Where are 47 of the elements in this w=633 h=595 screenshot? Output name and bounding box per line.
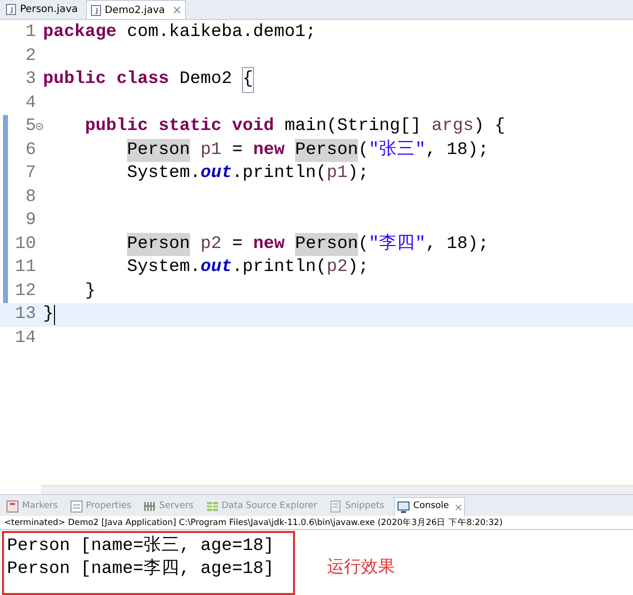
java-file-icon bbox=[6, 4, 16, 15]
annotation-text: 运行效果 bbox=[327, 556, 395, 579]
line-number: 4 bbox=[24, 92, 36, 114]
view-tab[interactable]: Snippets bbox=[327, 497, 386, 516]
view-tab[interactable]: Console bbox=[394, 497, 465, 516]
code-line: } bbox=[43, 303, 55, 326]
fold-icon[interactable] bbox=[36, 123, 43, 130]
close-icon[interactable] bbox=[172, 6, 181, 14]
line-number: 1 bbox=[24, 21, 36, 44]
line-number: 7 bbox=[24, 162, 36, 185]
line-number: 11 bbox=[14, 256, 36, 279]
console-icon bbox=[397, 500, 410, 514]
code-line: Person p2 = new Person("李四", 18); bbox=[43, 232, 489, 256]
markers-icon bbox=[6, 500, 19, 513]
line-number: 13 bbox=[14, 303, 36, 326]
line-number: 9 bbox=[24, 209, 36, 232]
line-number: 14 bbox=[14, 326, 36, 350]
java-file-icon bbox=[90, 4, 101, 16]
editor-tab[interactable]: Person.java bbox=[2, 0, 82, 19]
editor-tab[interactable]: Demo2.java bbox=[86, 0, 186, 19]
code-line: public static void main(String[] args) { bbox=[84, 115, 506, 138]
code-line: System.out.println(p2); bbox=[126, 256, 369, 279]
line-number: 8 bbox=[24, 186, 36, 208]
code-line: Person p1 = new Person("张三", 18); bbox=[43, 138, 489, 162]
line-number: 5 bbox=[24, 115, 36, 138]
line-number: 12 bbox=[14, 280, 36, 302]
view-tab[interactable]: Servers bbox=[141, 497, 196, 516]
view-tab[interactable]: Properties bbox=[68, 497, 134, 516]
snippets-icon bbox=[329, 500, 342, 513]
database-icon bbox=[206, 500, 218, 513]
code-line: } bbox=[84, 280, 96, 302]
code-line: public class Demo2 { bbox=[43, 68, 254, 92]
line-number: 6 bbox=[24, 138, 36, 162]
code-line: System.out.println(p1); bbox=[126, 162, 369, 185]
line-number: 3 bbox=[24, 68, 36, 91]
line-number: 10 bbox=[14, 232, 36, 256]
view-tab[interactable]: Data Source Explorer bbox=[204, 497, 320, 516]
code-line: package com.kaikeba.demo1; bbox=[43, 21, 316, 44]
console-output-line: Person [name=李四, age=18] bbox=[7, 558, 276, 581]
close-icon[interactable] bbox=[454, 504, 462, 510]
horizontal-scrollbar[interactable] bbox=[41, 485, 633, 494]
properties-icon bbox=[70, 500, 83, 513]
line-number: 2 bbox=[24, 44, 36, 68]
console-output-line: Person [name=张三, age=18] bbox=[7, 535, 276, 558]
view-tab[interactable]: Markers bbox=[4, 497, 60, 516]
servers-icon bbox=[143, 500, 156, 513]
console-status: <terminated> Demo2 [Java Application] C:\Program Files\Java\jdk-11.0.6\bin\javaw.exe (2020年3月26日 下午8:20:32) bbox=[0, 516, 633, 530]
